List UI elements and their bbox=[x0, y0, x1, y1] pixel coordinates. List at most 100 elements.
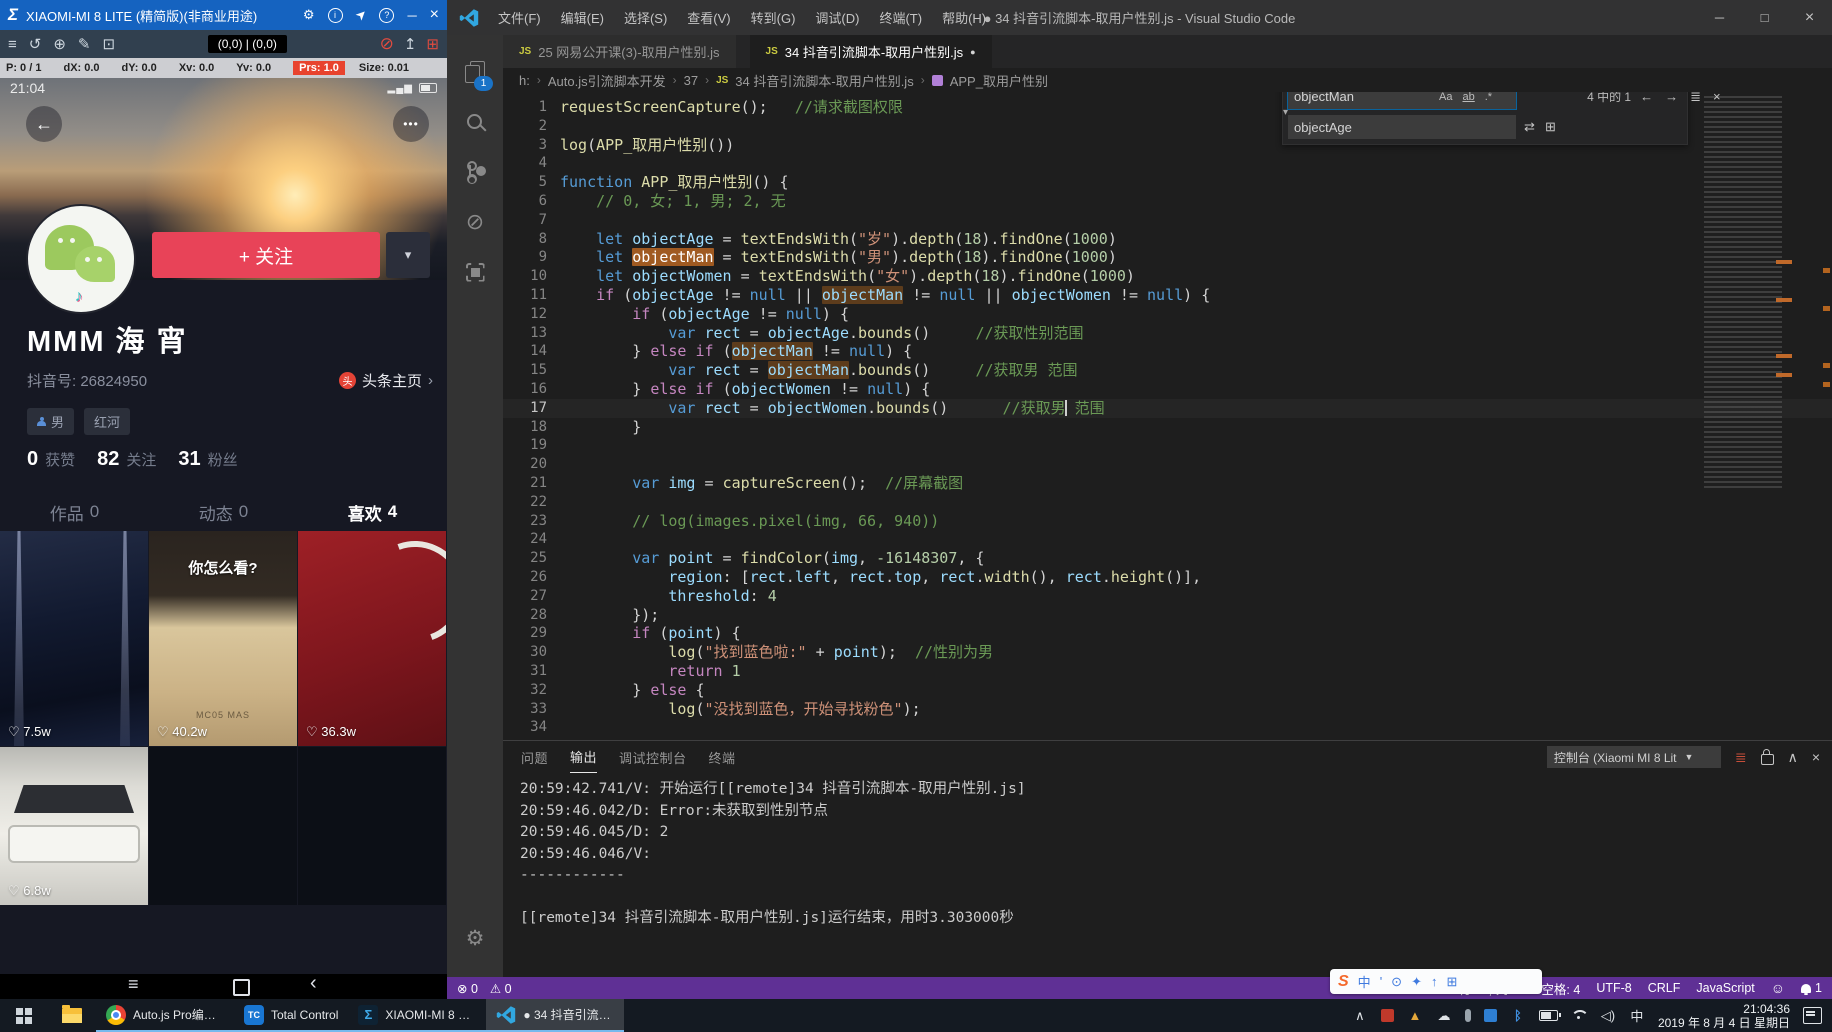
help-icon[interactable]: ? bbox=[379, 8, 394, 23]
eol-status[interactable]: CRLF bbox=[1648, 981, 1681, 995]
code-line[interactable]: 10 let objectWomen = textEndsWith("女").d… bbox=[503, 267, 1832, 286]
breadcrumb-folder[interactable]: Auto.js引流脚本开发 bbox=[548, 71, 666, 90]
apps-grid-icon[interactable]: ⊞ bbox=[426, 35, 439, 53]
menu-selection[interactable]: 选择(S) bbox=[615, 4, 676, 31]
menu-debug[interactable]: 调试(D) bbox=[806, 4, 868, 31]
window-maximize-button[interactable]: □ bbox=[1742, 0, 1787, 35]
code-editor[interactable]: 1requestScreenCapture(); //请求截图权限23log(A… bbox=[503, 92, 1832, 740]
dirty-indicator[interactable]: ● bbox=[970, 47, 975, 57]
code-line[interactable]: 28 }); bbox=[503, 606, 1832, 625]
code-line[interactable]: 12 if (objectAge != null) { bbox=[503, 305, 1832, 324]
whole-word-icon[interactable]: ab bbox=[1460, 92, 1478, 104]
rotate-icon[interactable]: ↺ bbox=[29, 35, 42, 53]
panel-tab-debug-console[interactable]: 调试控制台 bbox=[619, 742, 687, 773]
microphone-icon[interactable] bbox=[1465, 1009, 1471, 1022]
ime-target-icon[interactable]: ⊙ bbox=[1391, 974, 1402, 990]
code-line[interactable]: 26 region: [rect.left, rect.top, rect.wi… bbox=[503, 568, 1832, 587]
panel-tab-output[interactable]: 输出 bbox=[570, 741, 597, 773]
following-stat[interactable]: 82关注 bbox=[97, 448, 156, 471]
code-line[interactable]: 23 // log(images.pixel(img, 66, 940)) bbox=[503, 512, 1832, 531]
followers-stat[interactable]: 31粉丝 bbox=[178, 448, 237, 471]
taskbar-clock[interactable]: 21:04:36 2019 年 8 月 4 日 星期日 bbox=[1658, 1002, 1790, 1030]
menu-file[interactable]: 文件(F) bbox=[489, 4, 550, 31]
code-line[interactable]: 25 var point = findColor(img, -16148307,… bbox=[503, 549, 1832, 568]
indentation-status[interactable]: 空格: 4 bbox=[1541, 979, 1580, 998]
close-button[interactable]: × bbox=[430, 6, 439, 24]
code-line[interactable]: 20 bbox=[503, 455, 1832, 474]
video-thumbnail[interactable]: 你怎么看? MC05 MAS ♡ 40.2w bbox=[149, 531, 297, 746]
breadcrumb-file[interactable]: 34 抖音引流脚本-取用户性别.js bbox=[735, 71, 913, 90]
ime-toolbox-icon[interactable]: ⊞ bbox=[1446, 974, 1457, 990]
back-button[interactable]: ← bbox=[26, 106, 62, 142]
code-line[interactable]: 33 log("没找到蓝色，开始寻找粉色"); bbox=[503, 700, 1832, 719]
code-line[interactable]: 22 bbox=[503, 493, 1832, 512]
tray-app-blue-icon[interactable] bbox=[1484, 1009, 1497, 1022]
zoom-icon[interactable]: ⊕ bbox=[53, 35, 66, 53]
find-in-selection-icon[interactable]: ≣ bbox=[1687, 92, 1704, 105]
avatar[interactable]: ♪ bbox=[26, 204, 136, 314]
lock-scroll-icon[interactable] bbox=[1761, 754, 1774, 765]
ime-punctuation-icon[interactable]: ' bbox=[1380, 974, 1382, 989]
warnings-status[interactable]: ⚠ 0 bbox=[490, 981, 512, 996]
taskbar-app-total-control[interactable]: TC Total Control bbox=[234, 999, 348, 1032]
code-line[interactable]: 18 } bbox=[503, 418, 1832, 437]
code-line[interactable]: 27 threshold: 4 bbox=[503, 587, 1832, 606]
minimap[interactable] bbox=[1704, 96, 1804, 488]
language-mode[interactable]: JavaScript bbox=[1696, 981, 1754, 995]
find-previous-button[interactable]: ← bbox=[1637, 92, 1656, 104]
notifications-bell[interactable]: 1 bbox=[1801, 981, 1822, 995]
feedback-smiley-icon[interactable]: ☺ bbox=[1771, 980, 1785, 996]
find-next-button[interactable]: → bbox=[1662, 92, 1681, 104]
info-icon[interactable]: i bbox=[328, 8, 343, 23]
tray-chevron-icon[interactable]: ∧ bbox=[1352, 1008, 1368, 1024]
code-line[interactable]: 19 bbox=[503, 436, 1832, 455]
menu-icon[interactable]: ≡ bbox=[8, 36, 17, 53]
wifi-icon[interactable] bbox=[1571, 1010, 1587, 1021]
export-icon[interactable]: ↥ bbox=[404, 35, 417, 53]
search-icon[interactable] bbox=[452, 97, 498, 147]
code-line[interactable]: 17 var rect = objectWomen.bounds() //获取男… bbox=[503, 399, 1832, 418]
panel-tab-terminal[interactable]: 终端 bbox=[709, 742, 736, 773]
follow-button[interactable]: + 关注 bbox=[152, 232, 380, 278]
output-log[interactable]: 20:59:42.741/V: 开始运行[[remote]34 抖音引流脚本-取… bbox=[503, 773, 1832, 977]
tray-app-red-icon[interactable] bbox=[1381, 1009, 1394, 1022]
code-line[interactable]: 29 if (point) { bbox=[503, 624, 1832, 643]
tab-activity[interactable]: 动态0 bbox=[149, 494, 298, 530]
replace-input[interactable] bbox=[1288, 115, 1516, 139]
breadcrumb-drive[interactable]: h: bbox=[519, 73, 530, 88]
edit-icon[interactable]: ✎ bbox=[78, 35, 91, 53]
capture-icon[interactable]: ⊡ bbox=[103, 35, 116, 53]
ime-mode-chinese[interactable]: 中 bbox=[1358, 972, 1371, 991]
tab-liked[interactable]: 喜欢4 bbox=[298, 494, 447, 530]
code-line[interactable]: 9 let objectMan = textEndsWith("男").dept… bbox=[503, 248, 1832, 267]
action-center-icon[interactable] bbox=[1803, 1007, 1822, 1024]
regex-icon[interactable]: .* bbox=[1482, 92, 1495, 104]
tab-works[interactable]: 作品0 bbox=[0, 494, 149, 530]
bluetooth-icon[interactable]: ᛒ bbox=[1510, 1008, 1526, 1024]
manage-gear-icon[interactable]: ⚙ bbox=[452, 913, 498, 963]
menu-goto[interactable]: 转到(G) bbox=[742, 4, 805, 31]
start-button[interactable] bbox=[0, 999, 48, 1032]
toutiao-homepage-link[interactable]: 头 头条主页 › bbox=[339, 370, 433, 391]
code-line[interactable]: 4 bbox=[503, 154, 1832, 173]
nav-home-icon[interactable] bbox=[233, 979, 250, 996]
close-find-button[interactable]: × bbox=[1710, 92, 1724, 104]
code-line[interactable]: 8 let objectAge = textEndsWith("岁").dept… bbox=[503, 230, 1832, 249]
errors-status[interactable]: ⊗ 0 bbox=[457, 981, 478, 996]
pin-icon[interactable]: ➤ bbox=[351, 5, 370, 24]
code-line[interactable]: 34 bbox=[503, 718, 1832, 737]
encoding-status[interactable]: UTF-8 bbox=[1596, 981, 1631, 995]
likes-stat[interactable]: 0获赞 bbox=[27, 448, 75, 471]
video-thumbnail[interactable]: ♡ 6.8w bbox=[0, 747, 148, 905]
nav-back-icon[interactable]: ‹ bbox=[310, 972, 317, 995]
match-case-icon[interactable]: Aa bbox=[1436, 92, 1455, 104]
debug-icon[interactable]: ⊘ bbox=[452, 197, 498, 247]
menu-terminal[interactable]: 终端(T) bbox=[870, 4, 931, 31]
extensions-icon[interactable] bbox=[452, 247, 498, 297]
ime-keyboard-icon[interactable]: ↑ bbox=[1431, 974, 1438, 989]
tab-file-34[interactable]: JS 34 抖音引流脚本-取用户性别.js ● bbox=[750, 35, 992, 68]
menu-view[interactable]: 查看(V) bbox=[678, 4, 739, 31]
volume-icon[interactable]: ◁) bbox=[1600, 1008, 1616, 1024]
sogou-ime-bar[interactable]: S 中 ' ⊙ ✦ ↑ ⊞ bbox=[1330, 969, 1542, 994]
code-line[interactable]: 15 var rect = objectMan.bounds() //获取男 范… bbox=[503, 361, 1832, 380]
